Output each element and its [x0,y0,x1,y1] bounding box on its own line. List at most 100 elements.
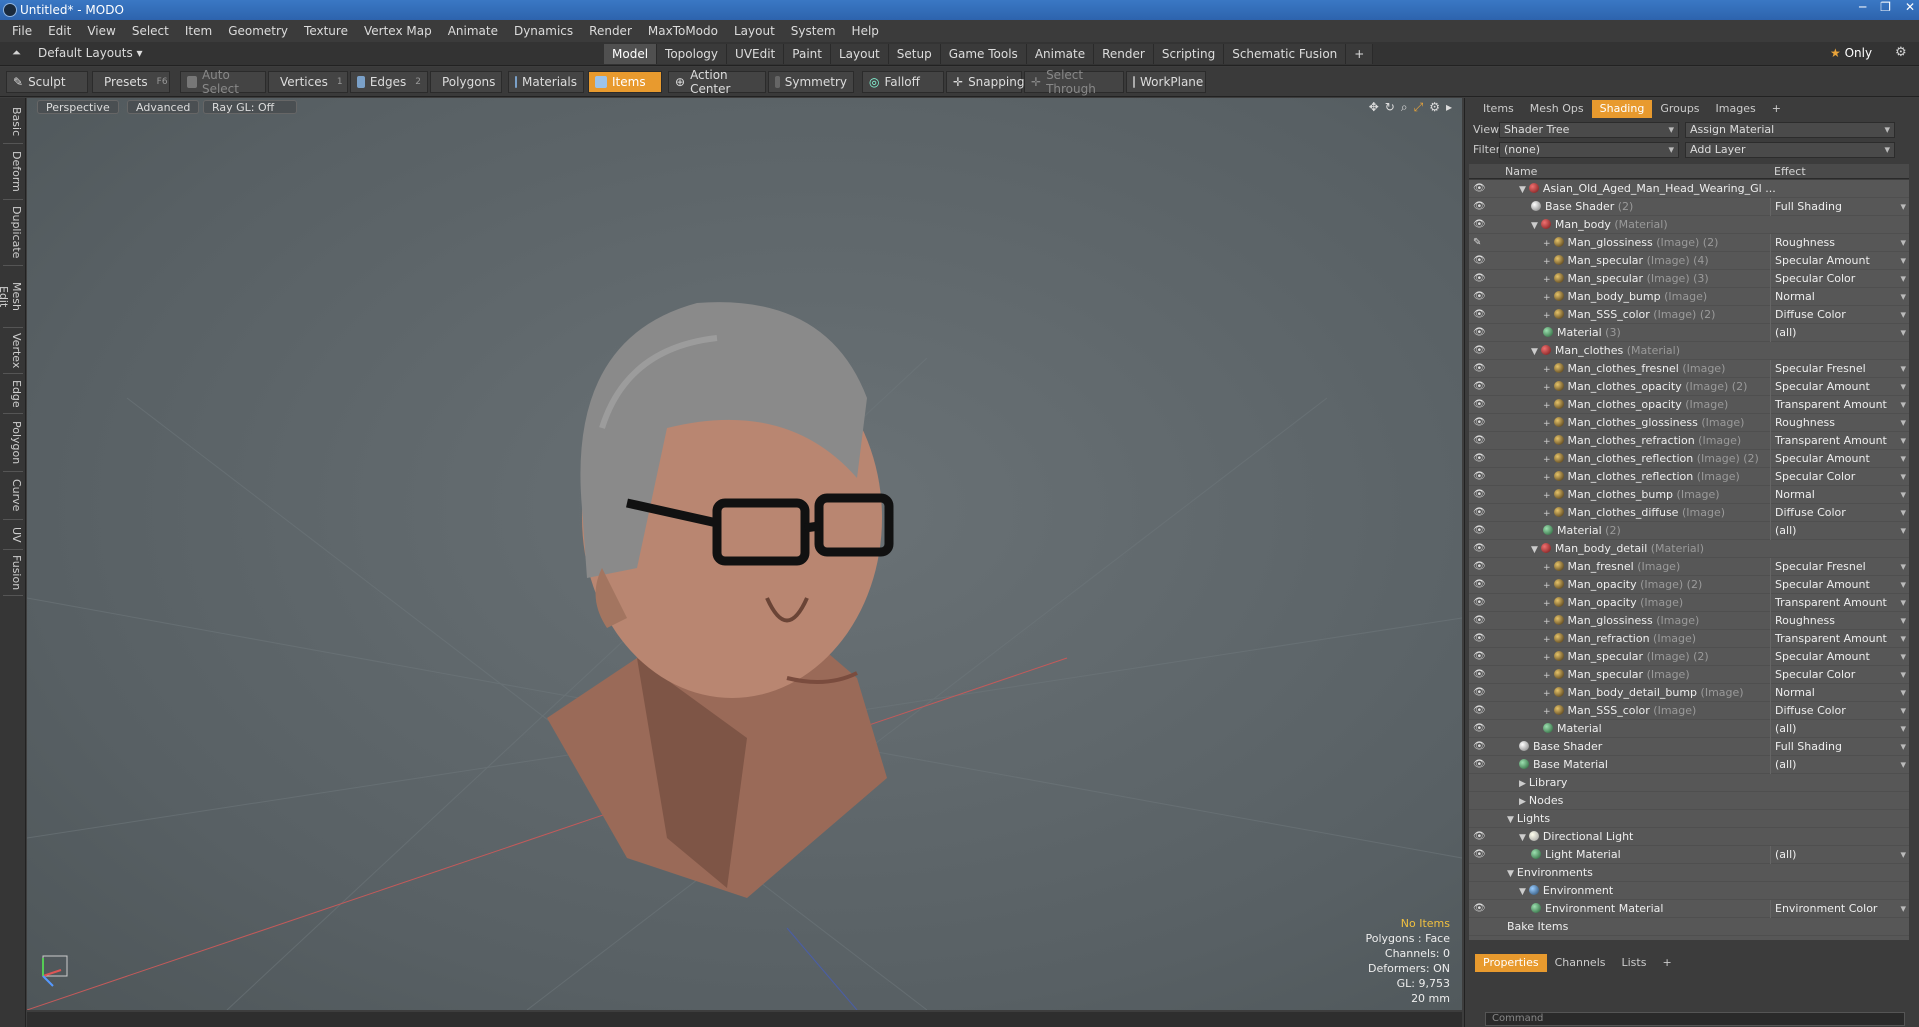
view-type-dropdown[interactable]: Perspective [37,100,119,114]
raygl-toggle[interactable]: Ray GL: Off [203,100,297,114]
tree-row[interactable]: 👁 + Man_SSS_color (Image) Diffuse Color [1469,702,1909,720]
symmetry-button[interactable]: Symmetry [768,71,854,93]
visibility-eye-icon[interactable]: 👁 [1473,486,1487,504]
layout-tab-render[interactable]: Render [1094,44,1154,64]
polygons-button[interactable]: Polygons [430,71,502,93]
effect-dropdown[interactable]: Specular Amount [1770,252,1909,270]
menu-select[interactable]: Select [124,20,177,42]
panel-tab--[interactable]: + [1764,100,1789,118]
materials-button[interactable]: Materials [508,71,584,93]
tree-row[interactable]: 👁 + Man_specular (Image) (3) Specular Color [1469,270,1909,288]
tree-row[interactable]: 👁 + Man_clothes_glossiness (Image) Roughnes… [1469,414,1909,432]
visibility-eye-icon[interactable]: 👁 [1473,900,1487,918]
bottom-tab-lists[interactable]: Lists [1614,954,1655,972]
effect-dropdown[interactable]: Diffuse Color [1770,504,1909,522]
visibility-eye-icon[interactable]: 👁 [1473,558,1487,576]
tree-row[interactable]: 👁 ▼ Man_body_detail (Material) [1469,540,1909,558]
expand-toggle-icon[interactable]: + [1543,293,1551,303]
visibility-eye-icon[interactable]: 👁 [1473,846,1487,864]
menu-geometry[interactable]: Geometry [220,20,296,42]
tree-row[interactable]: ▶ Library [1469,774,1909,792]
effect-dropdown[interactable]: (all) [1770,324,1909,342]
visibility-eye-icon[interactable]: 👁 [1473,270,1487,288]
effect-dropdown[interactable]: Specular Fresnel [1770,360,1909,378]
layout-tab-setup[interactable]: Setup [888,44,941,64]
visibility-eye-icon[interactable]: 👁 [1473,630,1487,648]
tree-row[interactable]: 👁 + Man_clothes_refraction (Image) Transpar… [1469,432,1909,450]
expand-toggle-icon[interactable]: + [1543,707,1551,717]
visibility-eye-icon[interactable]: 👁 [1473,288,1487,306]
tree-row[interactable]: 👁 ▼ Asian_Old_Aged_Man_Head_Wearing_Gl ... [1469,180,1909,198]
effect-dropdown[interactable]: Transparent Amount [1770,396,1909,414]
fit-icon[interactable]: ⤢ [1414,100,1424,115]
layout-tab-uvedit[interactable]: UVEdit [727,44,785,64]
expand-toggle-icon[interactable]: + [1543,437,1551,447]
layout-tab--[interactable]: + [1346,44,1374,64]
tree-row[interactable]: 👁 ▼ Directional Light [1469,828,1909,846]
expand-toggle-icon[interactable]: + [1543,275,1551,285]
left-tab-duplicate[interactable]: Duplicate [3,200,23,266]
visibility-eye-icon[interactable]: 👁 [1473,450,1487,468]
tree-row[interactable]: 👁 ▼ Man_clothes (Material) [1469,342,1909,360]
tree-row[interactable]: 👁 + Man_refraction (Image) Transparent Amou… [1469,630,1909,648]
tree-row[interactable]: 👁 + Man_body_detail_bump (Image) Normal [1469,684,1909,702]
left-tab-deform[interactable]: Deform [3,144,23,200]
maximize-button[interactable]: ❐ [1880,0,1891,14]
layout-expand-icon[interactable]: ⏶ [12,46,21,60]
effect-dropdown[interactable]: (all) [1770,846,1909,864]
tree-row[interactable]: 👁 Base Shader (2) Full Shading [1469,198,1909,216]
gear-icon[interactable]: ⚙ [1895,45,1907,60]
panel-tab-shading[interactable]: Shading [1591,100,1653,118]
effect-dropdown[interactable]: Normal [1770,684,1909,702]
visibility-eye-icon[interactable]: 👁 [1473,378,1487,396]
action-center-button[interactable]: ⊕ Action Center [668,68,766,96]
expand-toggle-icon[interactable]: + [1543,509,1551,519]
tree-row[interactable]: ▼ Environments [1469,864,1909,882]
layout-tab-layout[interactable]: Layout [830,44,889,64]
effect-dropdown[interactable]: Environment Color [1770,900,1909,918]
visibility-eye-icon[interactable]: 👁 [1473,684,1487,702]
effect-dropdown[interactable]: Specular Amount [1770,576,1909,594]
visibility-eye-icon[interactable]: 👁 [1473,216,1487,234]
expand-toggle-icon[interactable]: ▼ [1519,185,1526,195]
edges-button[interactable]: Edges 2 [350,71,428,93]
close-button[interactable]: ✕ [1905,0,1915,14]
effect-dropdown[interactable]: Roughness [1770,234,1909,252]
effect-dropdown[interactable]: (all) [1770,720,1909,738]
only-toggle[interactable]: ★ Only [1830,46,1872,60]
tree-row[interactable]: 👁 + Man_clothes_opacity (Image) (2) Specula… [1469,378,1909,396]
effect-dropdown[interactable]: Transparent Amount [1770,630,1909,648]
tree-row[interactable]: 👁 ▼ Man_body (Material) [1469,216,1909,234]
expand-toggle-icon[interactable]: + [1543,635,1551,645]
tree-row[interactable]: ▼ Lights [1469,810,1909,828]
visibility-eye-icon[interactable]: 👁 [1473,576,1487,594]
menu-vertex-map[interactable]: Vertex Map [356,20,440,42]
effect-dropdown[interactable]: Specular Color [1770,666,1909,684]
workplane-button[interactable]: WorkPlane [1126,71,1206,93]
menu-animate[interactable]: Animate [440,20,506,42]
tree-row[interactable]: 👁 + Man_body_bump (Image) Normal [1469,288,1909,306]
expand-toggle-icon[interactable]: ▼ [1519,887,1526,897]
layout-tab-schematic-fusion[interactable]: Schematic Fusion [1224,44,1347,64]
effect-dropdown[interactable]: Specular Amount [1770,378,1909,396]
visibility-eye-icon[interactable]: 👁 [1473,414,1487,432]
paint-brush-icon[interactable]: ✎ [1473,234,1487,252]
bottom-tab-properties[interactable]: Properties [1475,954,1547,972]
expand-toggle-icon[interactable]: + [1543,455,1551,465]
left-tab-curve[interactable]: Curve [3,472,23,520]
items-button[interactable]: Items [588,71,662,93]
visibility-eye-icon[interactable]: 👁 [1473,504,1487,522]
auto-select-button[interactable]: Auto Select [180,68,266,96]
viewport-menu-icon[interactable]: ▸ [1446,100,1452,115]
effect-dropdown[interactable]: Diffuse Color [1770,702,1909,720]
effect-dropdown[interactable]: Specular Color [1770,468,1909,486]
expand-toggle-icon[interactable]: ▶ [1519,779,1526,789]
viewport-settings-icon[interactable]: ⚙ [1429,100,1440,115]
expand-toggle-icon[interactable]: + [1543,473,1551,483]
tree-row[interactable]: 👁 Material (all) [1469,720,1909,738]
effect-dropdown[interactable]: Diffuse Color [1770,306,1909,324]
view-dropdown[interactable]: Shader Tree [1499,122,1679,138]
left-tab-basic[interactable]: Basic [3,100,23,144]
tree-row[interactable]: ▼ Environment [1469,882,1909,900]
menu-dynamics[interactable]: Dynamics [506,20,581,42]
